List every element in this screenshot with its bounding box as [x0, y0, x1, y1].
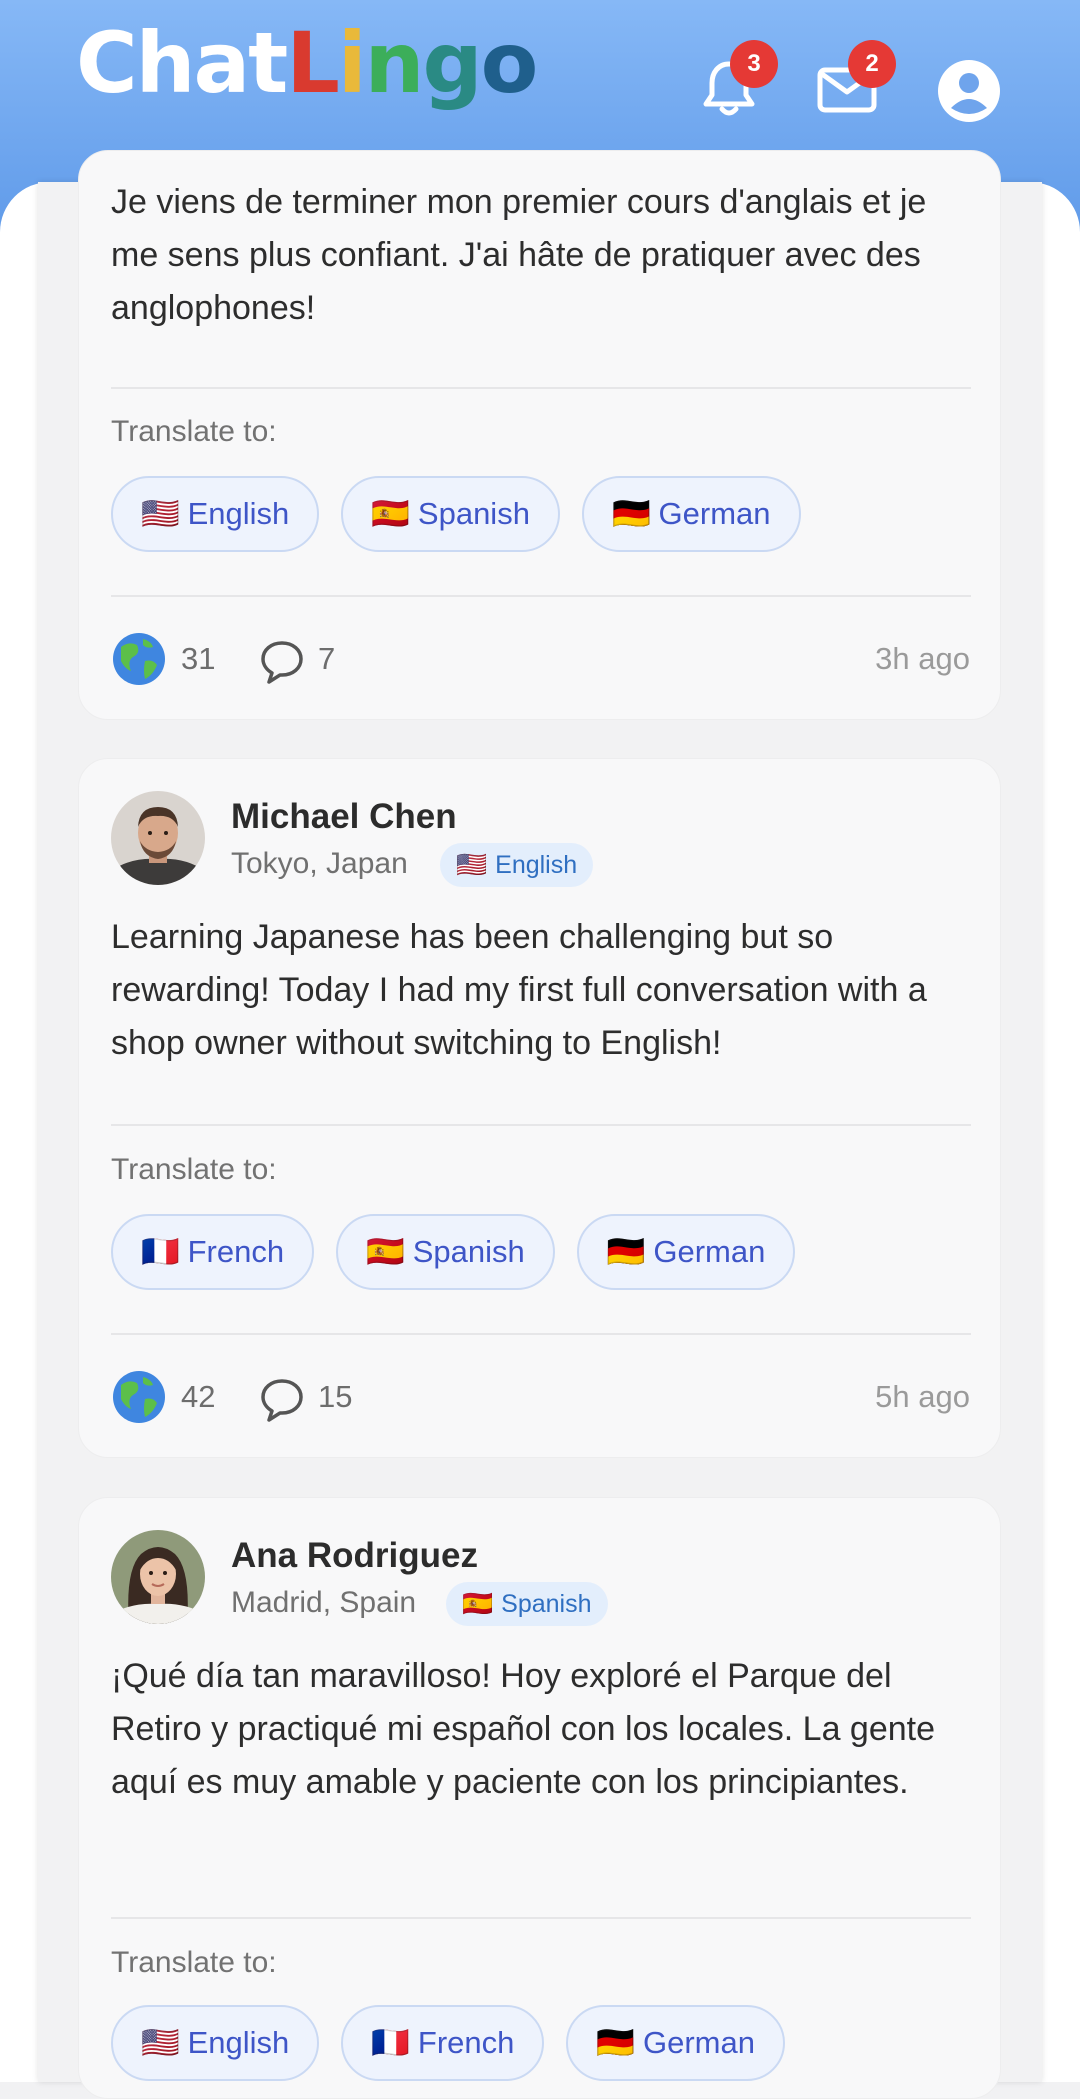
translate-german-button[interactable]: 🇩🇪 German — [566, 2005, 785, 2081]
user-name[interactable]: Michael Chen — [231, 797, 457, 837]
native-language-badge: 🇺🇸 English — [440, 843, 594, 887]
messages-button[interactable]: 2 — [812, 40, 896, 124]
translate-options: 🇺🇸 English 🇪🇸 Spanish 🇩🇪 German — [111, 476, 801, 552]
post-time: 3h ago — [875, 641, 970, 676]
post-text: ¡Qué día tan maravilloso! Hoy exploré el… — [111, 1657, 936, 1801]
messages-count-badge: 2 — [848, 40, 896, 88]
user-name[interactable]: Ana Rodriguez — [231, 1536, 478, 1576]
post-time: 5h ago — [875, 1379, 970, 1414]
comment-icon[interactable] — [259, 639, 305, 685]
profile-button[interactable] — [934, 56, 1004, 126]
comment-icon[interactable] — [259, 1377, 305, 1423]
post-stats: 31 7 3h ago — [111, 631, 970, 691]
globe-icon[interactable] — [111, 631, 167, 687]
translate-french-button[interactable]: 🇫🇷 French — [341, 2005, 545, 2081]
translate-german-button[interactable]: 🇩🇪 German — [576, 1214, 796, 1290]
translate-options: 🇫🇷 French 🇪🇸 Spanish 🇩🇪 German — [111, 1214, 796, 1290]
divider — [111, 595, 971, 597]
post-text: Learning Japanese has been challenging b… — [111, 918, 927, 1062]
post-card: Ana Rodriguez Madrid, Spain 🇪🇸 Spanish ¡Q… — [78, 1497, 1001, 2099]
avatar[interactable] — [111, 791, 205, 885]
post-card: Je viens de terminer mon premier cours d… — [78, 150, 1001, 720]
globe-icon[interactable] — [111, 1369, 167, 1425]
user-location: Madrid, Spain — [231, 1586, 417, 1619]
translate-german-button[interactable]: 🇩🇪 German — [581, 476, 801, 552]
avatar[interactable] — [111, 1530, 205, 1624]
translate-spanish-button[interactable]: 🇪🇸 Spanish — [336, 1214, 555, 1290]
chatlingo-logo[interactable]: ChatLingo — [76, 8, 538, 118]
post-card: Michael Chen Tokyo, Japan 🇺🇸 English Lear… — [78, 758, 1001, 1458]
translate-label: Translate to: — [111, 1153, 277, 1186]
native-language-badge: 🇪🇸 Spanish — [446, 1582, 608, 1626]
user-avatar-icon — [938, 60, 1000, 122]
likes-count: 42 — [181, 1379, 216, 1414]
divider — [111, 1917, 971, 1919]
translate-spanish-button[interactable]: 🇪🇸 Spanish — [341, 476, 560, 552]
likes-count: 31 — [181, 641, 216, 676]
translate-label: Translate to: — [111, 415, 277, 448]
translate-english-button[interactable]: 🇺🇸 English — [111, 476, 320, 552]
notifications-count-badge: 3 — [730, 40, 778, 88]
divider — [111, 1124, 971, 1126]
divider — [111, 387, 971, 389]
translate-label: Translate to: — [111, 1946, 277, 1979]
translate-english-button[interactable]: 🇺🇸 English — [111, 2005, 320, 2081]
comments-count: 7 — [318, 641, 336, 676]
translate-options: 🇺🇸 English 🇫🇷 French 🇩🇪 German — [111, 2005, 785, 2081]
comments-count: 15 — [318, 1379, 353, 1414]
user-location: Tokyo, Japan — [231, 847, 408, 880]
notifications-button[interactable]: 3 — [694, 40, 778, 124]
post-text: Je viens de terminer mon premier cours d… — [111, 183, 927, 327]
translate-french-button[interactable]: 🇫🇷 French — [111, 1214, 315, 1290]
divider — [111, 1333, 971, 1335]
post-stats: 42 15 5h ago — [111, 1369, 970, 1429]
